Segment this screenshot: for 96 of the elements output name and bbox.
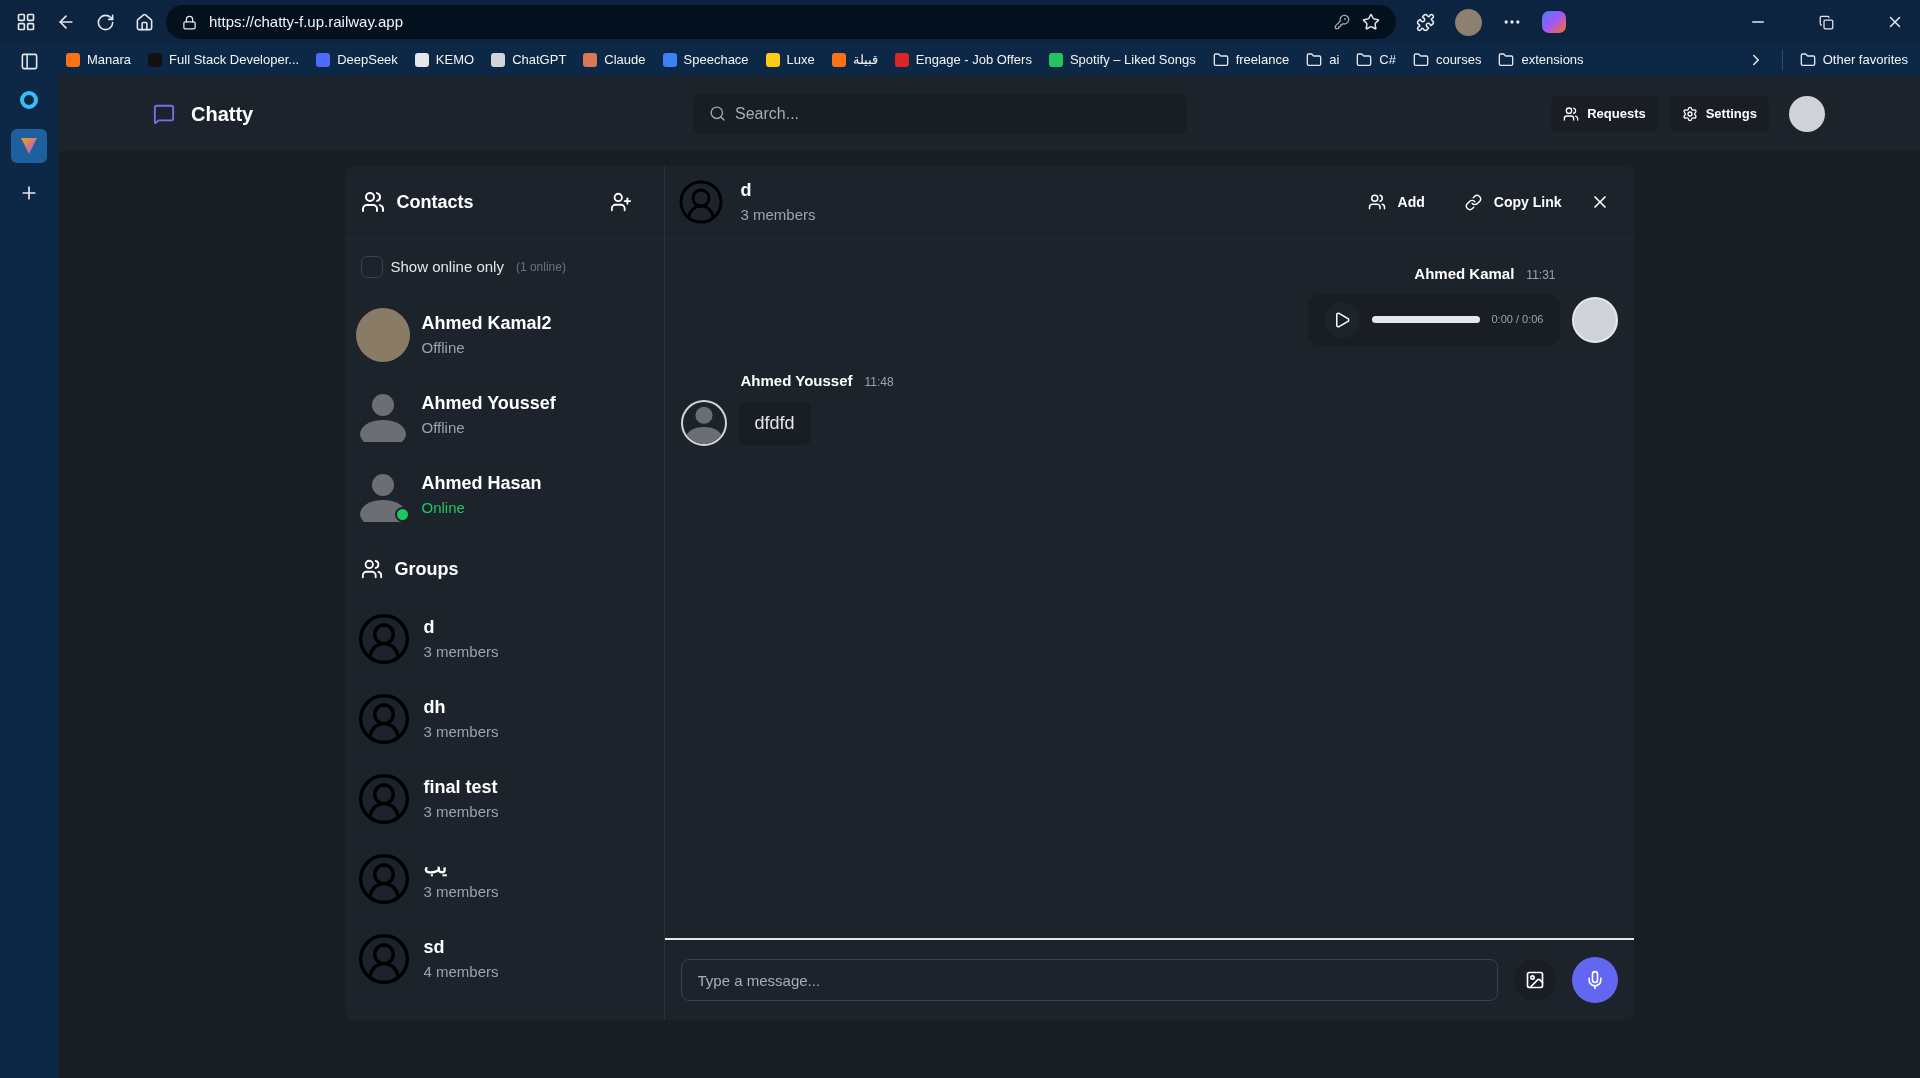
contact-name: Ahmed Kamal2 xyxy=(421,312,552,336)
contact-item[interactable]: Ahmed Hasan Online xyxy=(344,455,664,535)
group-members: 3 members xyxy=(423,882,499,903)
bookmark-link[interactable]: Full Stack Developer... xyxy=(148,50,300,70)
group-members: 4 members xyxy=(423,962,499,983)
avatar-photo-placeholder xyxy=(355,308,410,362)
url-text: https://chatty-f.up.railway.app xyxy=(209,11,404,32)
bookmark-link[interactable]: Claude xyxy=(583,50,646,70)
folder-icon xyxy=(1412,52,1429,68)
group-name: sd xyxy=(423,936,446,960)
contact-item[interactable]: Ahmed Kamal2 Offline xyxy=(344,295,664,375)
message-time: 11:48 xyxy=(864,373,894,391)
bookmark-folder[interactable]: extensions xyxy=(1498,50,1584,70)
app-shortcut-icon[interactable] xyxy=(11,129,47,163)
contact-item[interactable]: Ahmed Youssef Offline xyxy=(344,375,664,455)
online-count: (1 online) xyxy=(515,259,566,276)
image-icon xyxy=(1524,970,1545,990)
bookmark-link[interactable]: Engage - Job Offers xyxy=(894,50,1032,70)
group-members: 3 members xyxy=(423,642,499,663)
folder-icon xyxy=(1212,52,1229,68)
sidebar-panel-icon[interactable] xyxy=(19,52,39,71)
chat-members: 3 members xyxy=(740,205,817,226)
message-bubble: dfdfd xyxy=(738,401,811,445)
extensions-icon[interactable] xyxy=(1416,12,1435,32)
bookmark-folder[interactable]: freelance xyxy=(1212,50,1290,70)
message-time: 11:31 xyxy=(1526,267,1556,284)
copilot-icon[interactable] xyxy=(1542,11,1566,33)
group-item[interactable]: d 3 members xyxy=(344,599,664,679)
bookmark-link[interactable]: قبيلة xyxy=(831,50,878,70)
contacts-title: Contacts xyxy=(396,190,475,214)
bookmark-link[interactable]: Spotify – Liked Songs xyxy=(1048,50,1196,70)
avatar-photo-placeholder[interactable] xyxy=(1789,95,1825,132)
search-icon xyxy=(709,104,726,122)
group-members: 3 members xyxy=(423,722,499,743)
bookmark-link[interactable]: DeepSeek xyxy=(316,50,398,70)
settings-button[interactable]: Settings xyxy=(1669,95,1769,132)
contact-name: Ahmed Hasan xyxy=(421,472,542,496)
lock-icon xyxy=(182,14,197,30)
users-icon xyxy=(360,558,383,580)
group-item[interactable]: dh 3 members xyxy=(344,679,664,759)
audio-time: 0:00 / 0:06 xyxy=(1491,312,1544,328)
message-input[interactable]: Type a message... xyxy=(680,959,1498,1001)
reload-icon[interactable] xyxy=(96,12,115,32)
group-name: dh xyxy=(423,696,447,720)
folder-icon xyxy=(1498,52,1515,68)
bookmark-link[interactable]: Manara xyxy=(66,50,132,70)
folder-icon xyxy=(1356,52,1373,68)
bookmark-link[interactable]: Luxe xyxy=(765,50,815,70)
bookmark-link[interactable]: ChatGPT xyxy=(491,50,567,70)
contact-status: Offline xyxy=(421,338,466,359)
users-icon xyxy=(1367,193,1386,211)
search-field[interactable]: Search... xyxy=(693,93,1187,134)
key-icon[interactable] xyxy=(1334,14,1350,30)
address-bar[interactable]: https://chatty-f.up.railway.app xyxy=(166,5,1396,39)
tabs-icon[interactable] xyxy=(16,12,36,32)
link-icon xyxy=(1464,193,1482,211)
ring-app-icon[interactable] xyxy=(20,91,38,109)
app-brand[interactable]: Chatty xyxy=(191,98,254,129)
sender-name: Ahmed Kamal xyxy=(1414,264,1515,284)
group-name: يب xyxy=(423,856,448,880)
group-members: 3 members xyxy=(423,802,499,823)
restore-icon[interactable] xyxy=(1819,14,1834,30)
group-item[interactable]: sd 4 members xyxy=(344,919,664,999)
requests-button[interactable]: Requests xyxy=(1551,95,1658,132)
bookmark-folder[interactable]: courses xyxy=(1412,50,1482,70)
folder-icon xyxy=(1306,52,1323,68)
chat-title: d xyxy=(740,179,753,203)
bookmark-folder[interactable]: C# xyxy=(1356,50,1396,70)
group-name: final test xyxy=(423,776,499,800)
filter-label[interactable]: Show online only xyxy=(390,255,504,279)
contact-status: Offline xyxy=(421,418,466,439)
home-icon[interactable] xyxy=(135,12,154,32)
favorite-star-icon[interactable] xyxy=(1362,13,1380,31)
voice-record-button[interactable] xyxy=(1571,957,1618,1003)
users-icon xyxy=(360,190,385,214)
bookmark-link[interactable]: KEMO xyxy=(414,50,475,70)
contact-name: Ahmed Youssef xyxy=(421,392,556,416)
copy-link-button[interactable]: Copy Link xyxy=(1452,184,1574,220)
image-button[interactable] xyxy=(1513,959,1556,1001)
add-contact-icon[interactable] xyxy=(609,191,632,213)
contact-status: Online xyxy=(421,498,466,519)
settings-icon xyxy=(1681,105,1698,122)
groups-title: Groups xyxy=(394,557,459,581)
checkbox[interactable] xyxy=(360,256,383,278)
bookmark-folder[interactable]: Other favorites xyxy=(1799,50,1908,70)
group-name: d xyxy=(423,616,436,640)
chat-bubble-icon xyxy=(153,102,175,125)
group-item[interactable]: final test 3 members xyxy=(344,759,664,839)
bookmark-folder[interactable]: ai xyxy=(1306,50,1340,70)
folder-icon xyxy=(1799,52,1816,68)
audio-progress-track[interactable] xyxy=(1371,316,1480,323)
add-member-button[interactable]: Add xyxy=(1355,184,1437,220)
bookmark-link[interactable]: Speechace xyxy=(662,50,749,70)
sender-name: Ahmed Youssef xyxy=(740,370,853,391)
profile-avatar-placeholder[interactable] xyxy=(1455,8,1482,36)
users-icon xyxy=(1563,105,1580,122)
